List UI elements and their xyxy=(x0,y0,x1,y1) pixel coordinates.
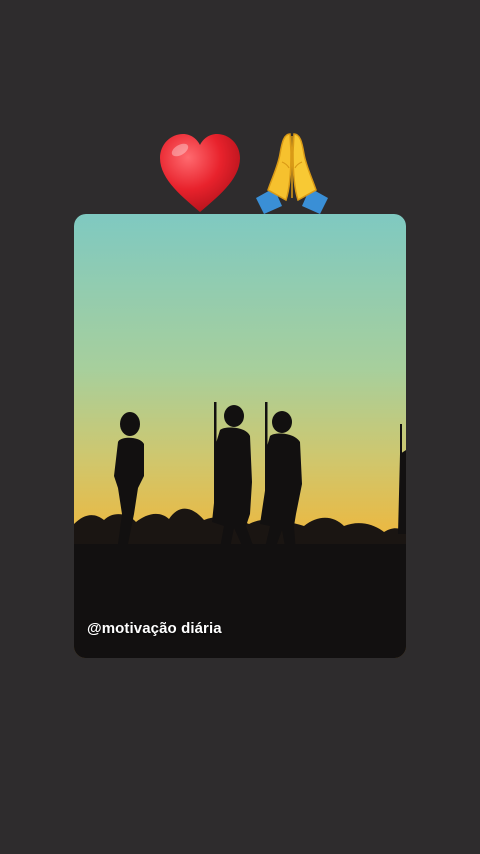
red-heart-icon[interactable] xyxy=(154,128,246,218)
story-screen: @motivação diária xyxy=(0,0,480,854)
sunset-silhouette-image xyxy=(74,214,406,658)
story-caption: @motivação diária xyxy=(87,620,222,637)
story-media[interactable]: @motivação diária xyxy=(74,214,406,658)
folded-hands-icon[interactable] xyxy=(252,128,332,218)
